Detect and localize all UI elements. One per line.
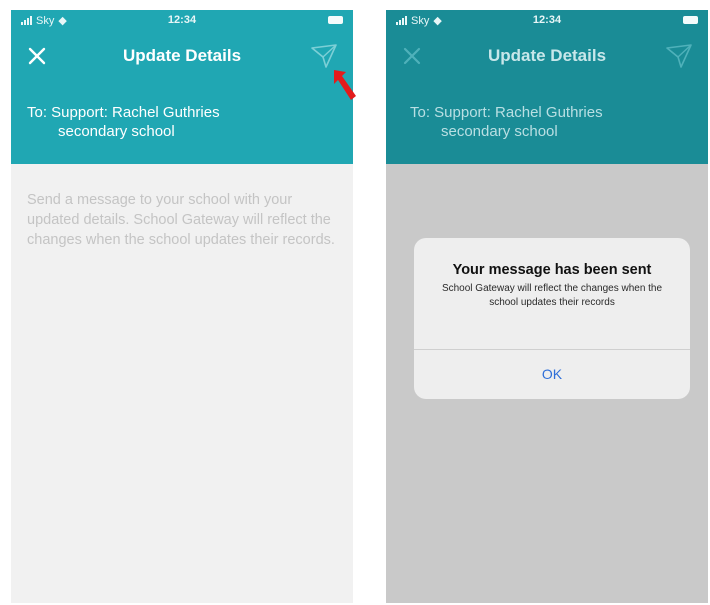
page-title: Update Details bbox=[122, 46, 242, 65]
dialog-title: Your message has been sent bbox=[452, 262, 652, 278]
recipient-field: To: Support: Rachel Guthries secondary s… bbox=[27, 103, 333, 141]
page-title: Update Details bbox=[487, 46, 607, 65]
recipient-line-2: secondary school bbox=[441, 123, 558, 140]
message-input[interactable]: Send a message to your school with your … bbox=[27, 190, 337, 250]
send-icon bbox=[666, 44, 692, 68]
send-button bbox=[664, 42, 694, 70]
recipient-field: To: Support: Rachel Guthries secondary s… bbox=[410, 103, 688, 141]
status-bar: Sky ◆ 12:34 bbox=[11, 10, 353, 32]
dialog-message: School Gateway will reflect the changes … bbox=[441, 283, 663, 308]
left-phone-screen: Sky ◆ 12:34 Update Details To: Support: … bbox=[11, 10, 353, 603]
nav-bar: Update Details bbox=[386, 38, 708, 74]
status-bar: Sky ◆ 12:34 bbox=[386, 10, 708, 32]
recipient-line-2: secondary school bbox=[58, 123, 175, 140]
screenshot-canvas: Sky ◆ 12:34 Update Details To: Support: … bbox=[0, 0, 710, 605]
header-panel-dimmed: Sky ◆ 12:34 Update Details To: Support: … bbox=[386, 10, 708, 164]
battery-icon bbox=[328, 16, 343, 24]
recipient-line-1: To: Support: Rachel Guthries bbox=[27, 104, 220, 121]
sent-confirmation-dialog: Your message has been sent School Gatewa… bbox=[414, 238, 690, 399]
status-time: 12:34 bbox=[167, 14, 197, 26]
status-time: 12:34 bbox=[532, 14, 562, 26]
header-panel: Sky ◆ 12:34 Update Details To: Support: … bbox=[11, 10, 353, 164]
right-phone-screen: Sky ◆ 12:34 Update Details To: Support: … bbox=[386, 10, 708, 603]
battery-icon bbox=[683, 16, 698, 24]
red-arrow-icon bbox=[334, 70, 356, 100]
ok-button[interactable]: OK bbox=[414, 349, 690, 399]
recipient-line-1: To: Support: Rachel Guthries bbox=[410, 104, 603, 121]
nav-bar: Update Details bbox=[11, 38, 353, 74]
